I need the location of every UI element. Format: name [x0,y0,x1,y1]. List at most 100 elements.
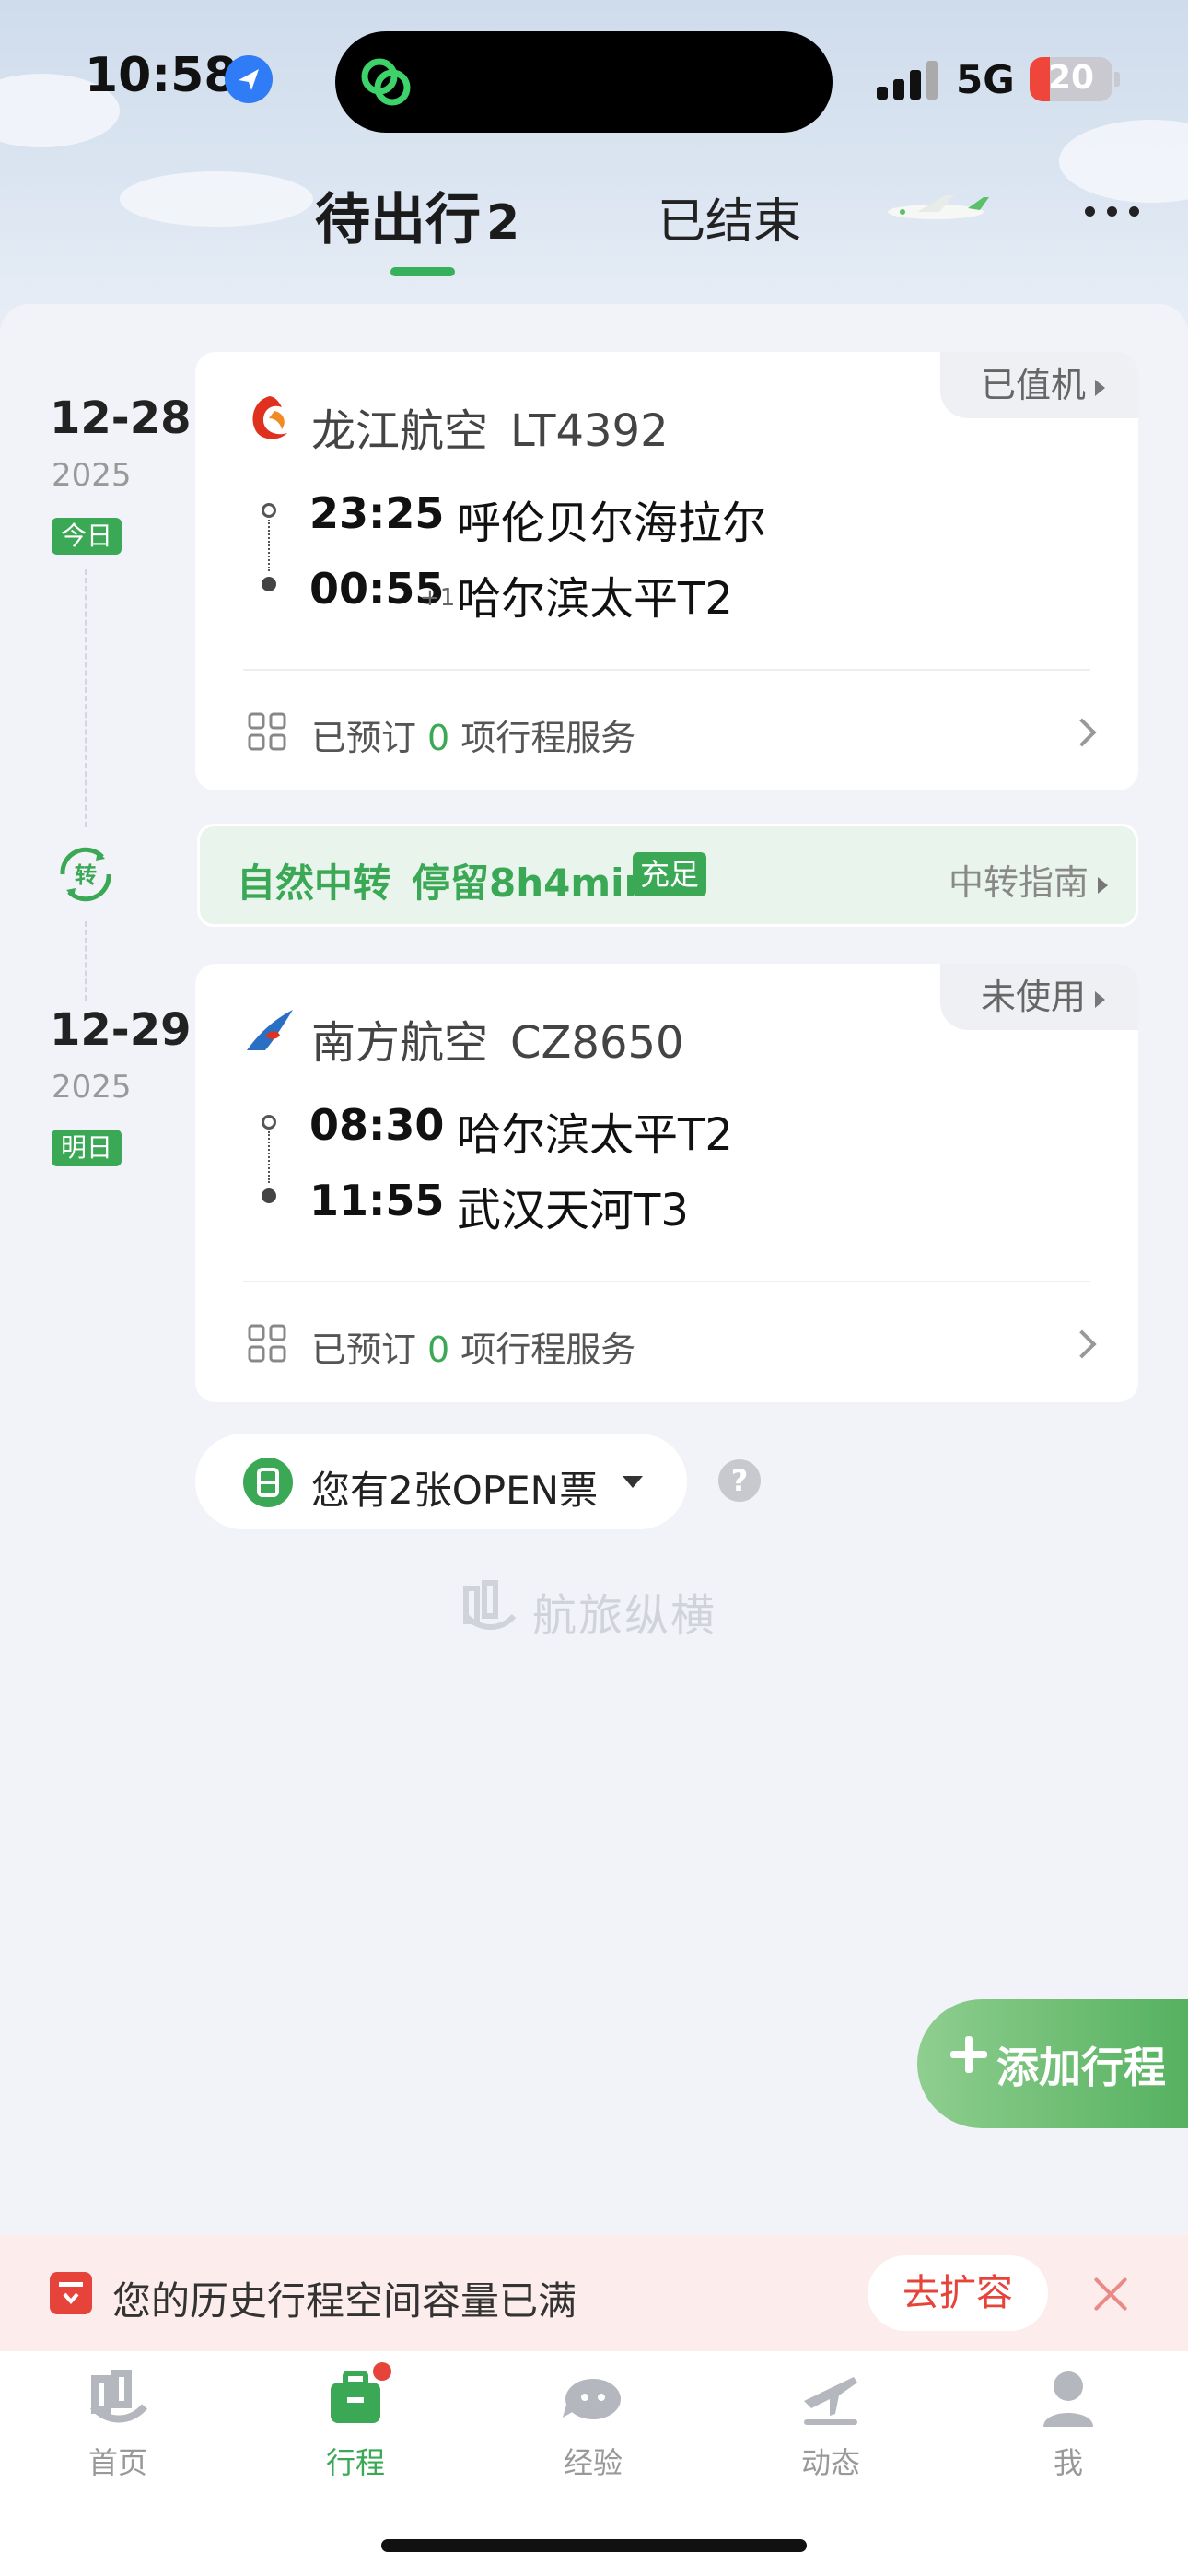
flight-number: CZ8650 [510,1017,684,1069]
tab-trips-label: 行程 [325,2445,385,2480]
caret-right-icon [1098,876,1108,894]
tab-flight-status[interactable]: 动态 [757,2368,904,2482]
chevron-right-icon[interactable] [1067,1329,1097,1359]
tab-upcoming-label: 待出行 [315,188,481,252]
arrival-airport: 哈尔滨太平T2 [457,573,733,625]
add-trip-button[interactable]: 添加行程 [917,1999,1188,2128]
tab-home-label: 首页 [87,2445,147,2480]
status-bar: 10:58 5G 20 [0,0,1188,157]
services-count: 0 [427,718,450,758]
transfer-icon-label: 转 [75,862,97,888]
flight-2-day-tag: 明日 [52,1130,122,1166]
status-time: 10:58 [85,48,238,103]
services-prefix: 已预订 [311,718,417,758]
caret-right-icon [1095,990,1105,1008]
longjiang-airlines-logo-icon [252,396,287,439]
flight-2-date: 12-29 [50,1004,192,1056]
flight-1-day-tag: 今日 [52,518,122,555]
open-ticket-selector[interactable]: 您有2张OPEN票 [195,1434,687,1529]
tab-profile-label: 我 [1053,2445,1083,2480]
home-icon [86,2368,150,2429]
services-prefix: 已预订 [311,1329,417,1370]
tab-experience[interactable]: 经验 [519,2368,667,2482]
flight-1-year: 2025 [52,457,132,494]
next-day-marker: +1 [420,584,456,612]
transfer-type: 自然中转 [237,861,392,906]
airline-name-text: 南方航空 [311,1017,489,1069]
flight-2-year: 2025 [52,1069,132,1106]
arrival-dot [262,1188,276,1203]
battery-tip [1114,72,1120,87]
transfer-icon: 转 [60,847,111,902]
layover-sufficient-tag: 充足 [633,852,707,896]
profile-icon [1036,2368,1101,2429]
tab-home[interactable]: 首页 [44,2368,192,2482]
departure-dot [262,1115,276,1130]
services-suffix: 项行程服务 [460,1329,636,1370]
storage-full-banner: 您的历史行程空间容量已满 去扩容 [0,2235,1188,2351]
departure-time: 23:25 [309,488,445,538]
close-icon[interactable] [1092,2276,1129,2313]
tab-upcoming-count: 2 [486,195,520,251]
transfer-guide-label: 中转指南 [948,862,1089,903]
battery-icon: 20 [1030,57,1112,101]
departure-airport: 哈尔滨太平T2 [457,1109,733,1161]
services-count: 0 [427,1329,450,1370]
layover-duration: 停留8h4min [412,861,652,906]
expand-storage-button[interactable]: 去扩容 [868,2255,1048,2331]
chevron-right-icon[interactable] [1067,718,1097,747]
route-line [268,520,270,571]
tab-experience-label: 经验 [563,2445,623,2480]
experience-icon [561,2368,625,2429]
trip-services-row[interactable]: 已预订 0 项行程服务 [311,1321,635,1372]
cellular-signal-icon [877,61,938,100]
network-type: 5G [956,57,1015,102]
tab-upcoming[interactable]: 待出行 2 [315,175,519,255]
arrival-dot [262,577,276,591]
flight-number: LT4392 [510,405,669,457]
transfer-guide-link[interactable]: 中转指南 [949,854,1108,905]
arrival-airport: 武汉天河T3 [457,1185,689,1236]
departure-time: 08:30 [309,1100,445,1150]
departure-dot [262,503,276,518]
location-arrow-icon [225,55,273,103]
transfer-summary: 自然中转 停留8h4min [237,852,651,908]
tab-finished[interactable]: 已结束 [658,182,801,252]
plus-icon [950,2036,987,2073]
timeline-line [85,921,87,1001]
notification-dot [373,2362,391,2381]
checkin-status-label: 已值机 [980,365,1086,405]
arrival-time: 11:55 [309,1176,445,1225]
tab-flight-status-label: 动态 [800,2445,860,2480]
card-divider [243,669,1090,671]
tab-trips[interactable]: 行程 [282,2362,429,2482]
card-divider [243,1281,1090,1282]
ticket-status-badge[interactable]: 未使用 [939,964,1138,1030]
flight-card[interactable]: 已值机 龙江航空 LT4392 23:25 呼伦贝尔海拉尔 00:55 +1 哈尔… [195,352,1138,790]
checkin-status-badge[interactable]: 已值机 [939,352,1138,418]
help-question-icon[interactable]: ? [718,1459,761,1502]
services-grid-icon [248,712,286,751]
active-tab-indicator [390,267,455,276]
airline-name: 龙江航空 LT4392 [311,394,669,459]
services-grid-icon [248,1324,286,1363]
storage-alert-icon [50,2272,92,2314]
brand-watermark: 航旅纵横 [460,1575,737,1642]
caret-right-icon [1095,379,1105,396]
services-suffix: 项行程服务 [460,718,636,758]
brand-logo-icon [463,1580,517,1630]
battery-level: 20 [1047,59,1095,97]
airline-name: 南方航空 CZ8650 [311,1006,684,1071]
trip-briefcase-icon [323,2362,391,2429]
trip-services-row[interactable]: 已预订 0 项行程服务 [311,709,635,760]
route-line [268,1131,270,1183]
open-ticket-label: 您有2张OPEN票 [311,1468,599,1513]
storage-full-message: 您的历史行程空间容量已满 [112,2278,577,2324]
transfer-info-bar[interactable]: 自然中转 停留8h4min 充足 中转指南 [197,824,1138,927]
more-options-icon[interactable] [1081,199,1146,221]
tab-profile[interactable]: 我 [995,2368,1142,2482]
flight-card[interactable]: 未使用 南方航空 CZ8650 08:30 哈尔滨太平T2 11:55 武汉天河T… [195,964,1138,1402]
china-southern-logo-icon [247,1010,293,1050]
departure-airport: 呼伦贝尔海拉尔 [457,498,767,549]
trip-tabs: 待出行 2 已结束 [0,175,1188,286]
